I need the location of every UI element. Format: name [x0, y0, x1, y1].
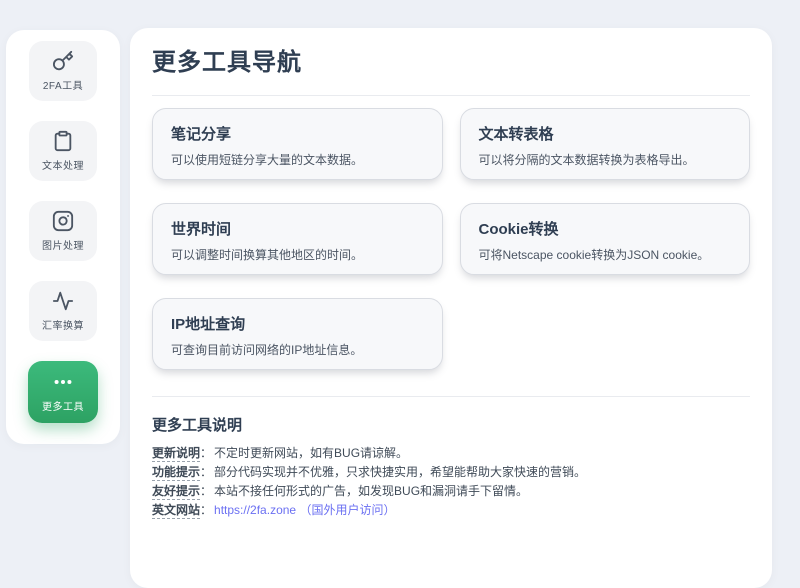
note-label: 更新说明: [152, 446, 201, 462]
note-label: 英文网站: [152, 503, 201, 519]
card-title: IP地址查询: [171, 316, 246, 333]
sidebar-item-exchange-rate[interactable]: 汇率换算: [29, 281, 97, 341]
sidebar-item-more-tools[interactable]: 更多工具: [28, 361, 98, 423]
note-line-english-site: 英文网站： https://2fa.zone （国外用户访问）: [152, 503, 750, 519]
key-icon: [52, 50, 74, 71]
card-desc: 可将Netscape cookie转换为JSON cookie。: [478, 248, 710, 262]
note-text: 不定时更新网站，如有BUG请谅解。: [214, 446, 409, 460]
card-desc: 可以使用短链分享大量的文本数据。: [171, 153, 364, 167]
sidebar-item-label: 2FA工具: [42, 81, 84, 92]
note-line-feature: 功能提示： 部分代码实现并不优雅，只求快捷实用，希望能帮助大家快速的营销。: [152, 465, 750, 481]
card-note-share[interactable]: 笔记分享 可以使用短链分享大量的文本数据。: [152, 108, 443, 180]
card-desc: 可以调整时间换算其他地区的时间。: [171, 248, 364, 262]
sidebar-item-label: 更多工具: [42, 402, 84, 413]
ellipsis-icon: [54, 379, 72, 385]
notes-heading: 更多工具说明: [152, 417, 243, 434]
card-title: 文本转表格: [478, 126, 554, 143]
card-text-to-table[interactable]: 文本转表格 可以将分隔的文本数据转换为表格导出。: [459, 108, 750, 180]
note-separator: ：: [200, 446, 213, 460]
card-title: 世界时间: [171, 221, 232, 238]
note-line-friendly: 友好提示： 本站不接任何形式的广告，如发现BUG和漏洞请手下留情。: [152, 484, 750, 500]
card-world-time[interactable]: 世界时间 可以调整时间换算其他地区的时间。: [152, 203, 443, 275]
note-line-update: 更新说明： 不定时更新网站，如有BUG请谅解。: [152, 446, 750, 462]
english-site-link[interactable]: https://2fa.zone: [214, 503, 296, 517]
sidebar: 2FA工具 文本处理 图片处理 汇率换算 更多工具: [6, 30, 120, 444]
note-separator: ：: [200, 503, 213, 517]
english-site-note: （国外用户访问）: [299, 503, 396, 517]
card-title: Cookie转换: [478, 221, 559, 238]
card-cookie-convert[interactable]: Cookie转换 可将Netscape cookie转换为JSON cookie…: [459, 203, 750, 275]
sidebar-item-text-processing[interactable]: 文本处理: [29, 121, 97, 181]
sidebar-item-label: 图片处理: [42, 241, 84, 252]
note-separator: ：: [200, 465, 213, 479]
tool-card-grid: 笔记分享 可以使用短链分享大量的文本数据。 文本转表格 可以将分隔的文本数据转换…: [152, 108, 750, 370]
section-divider: [152, 396, 750, 397]
page-title: 更多工具导航: [152, 49, 302, 76]
sidebar-item-label: 汇率换算: [42, 321, 84, 332]
clipboard-icon: [54, 130, 72, 152]
card-ip-lookup[interactable]: IP地址查询 可查询目前访问网络的IP地址信息。: [152, 298, 443, 370]
note-separator: ：: [200, 484, 213, 498]
sidebar-item-image-processing[interactable]: 图片处理: [29, 201, 97, 261]
note-text: 本站不接任何形式的广告，如发现BUG和漏洞请手下留情。: [214, 484, 529, 498]
note-text: 部分代码实现并不优雅，只求快捷实用，希望能帮助大家快速的营销。: [214, 465, 587, 479]
note-label: 功能提示: [152, 465, 201, 481]
title-divider: [152, 95, 750, 96]
card-desc: 可以将分隔的文本数据转换为表格导出。: [478, 153, 695, 167]
image-icon: [52, 210, 74, 232]
activity-icon: [52, 291, 74, 311]
main-panel: 更多工具导航 笔记分享 可以使用短链分享大量的文本数据。 文本转表格 可以将分隔…: [130, 28, 772, 588]
card-desc: 可查询目前访问网络的IP地址信息。: [171, 343, 363, 357]
sidebar-item-label: 文本处理: [42, 161, 84, 172]
card-title: 笔记分享: [171, 126, 232, 143]
sidebar-item-2fa-tools[interactable]: 2FA工具: [29, 41, 97, 101]
